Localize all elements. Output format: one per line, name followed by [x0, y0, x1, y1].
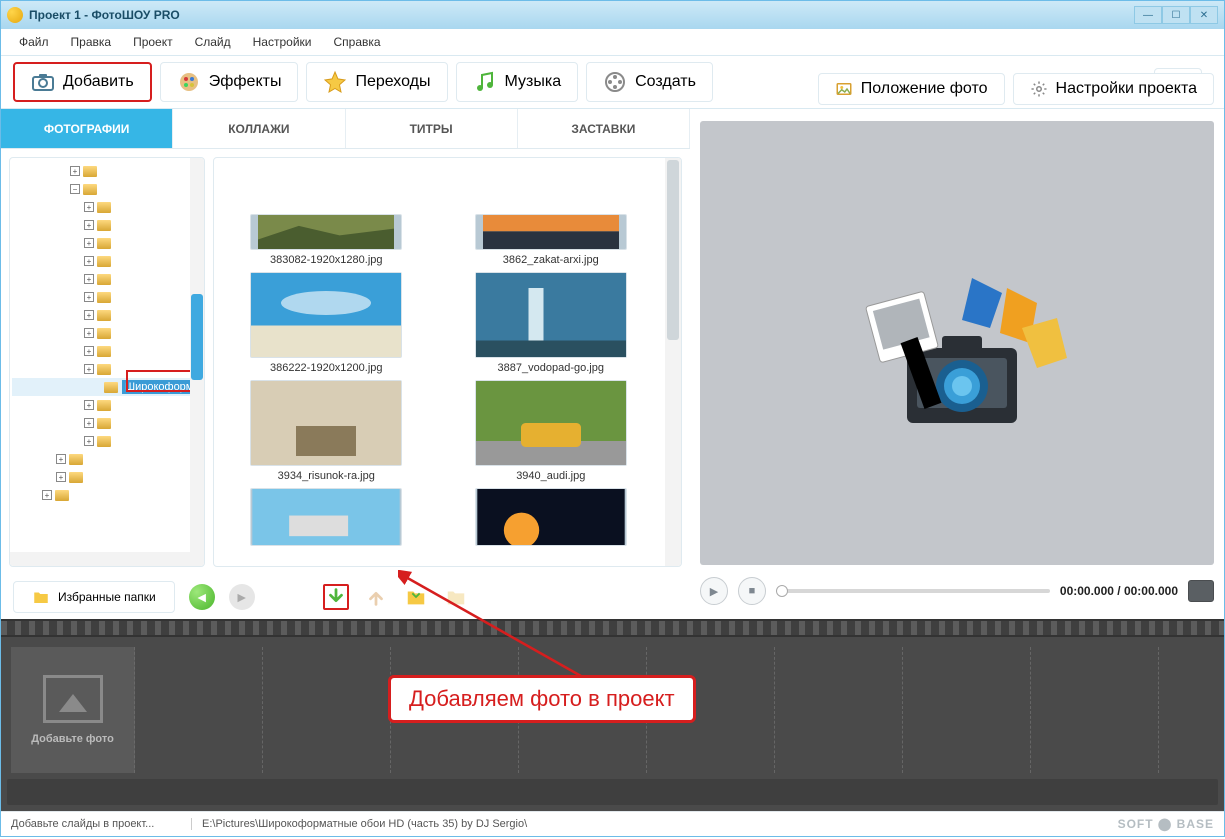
- project-settings-button[interactable]: Настройки проекта: [1013, 73, 1214, 105]
- menu-help[interactable]: Справка: [323, 31, 390, 53]
- maximize-button[interactable]: ☐: [1162, 6, 1190, 24]
- statusbar: Добавьте слайды в проект... E:\Pictures\…: [1, 811, 1224, 836]
- minimize-button[interactable]: —: [1134, 6, 1162, 24]
- add-slide-placeholder[interactable]: Добавьте фото: [11, 647, 135, 773]
- star-icon: [323, 70, 347, 94]
- selected-folder[interactable]: Широкоформ: [12, 378, 202, 396]
- effects-button[interactable]: Эффекты: [160, 62, 299, 103]
- play-button[interactable]: ▶: [700, 577, 728, 605]
- photo-position-button[interactable]: Положение фото: [818, 73, 1005, 105]
- watermark: SOFT ⬤ BASE: [1118, 817, 1214, 831]
- nav-forward-button[interactable]: ►: [229, 584, 255, 610]
- stop-button[interactable]: ■: [738, 577, 766, 605]
- empty-slot[interactable]: [779, 647, 903, 773]
- menubar: Файл Правка Проект Слайд Настройки Справ…: [1, 29, 1224, 55]
- image-icon: [835, 80, 853, 98]
- source-tabs: ФОТОГРАФИИ КОЛЛАЖИ ТИТРЫ ЗАСТАВКИ: [1, 109, 690, 149]
- thumbnail-item[interactable]: 3940_audi.jpg: [445, 380, 658, 482]
- music-button[interactable]: Музыка: [456, 62, 579, 103]
- menu-edit[interactable]: Правка: [61, 31, 122, 53]
- menu-file[interactable]: Файл: [9, 31, 59, 53]
- create-button[interactable]: Создать: [586, 62, 713, 103]
- tree-vscroll[interactable]: [190, 158, 204, 566]
- gear-icon: [1030, 80, 1048, 98]
- add-to-project-button[interactable]: [323, 584, 349, 610]
- add-button[interactable]: Добавить: [13, 62, 152, 103]
- status-path: E:\Pictures\Широкоформатные обои HD (час…: [191, 818, 527, 830]
- transitions-button-label: Переходы: [355, 73, 430, 91]
- empty-slot[interactable]: [267, 647, 391, 773]
- preview-area: [700, 121, 1214, 565]
- grid-vscroll[interactable]: [665, 158, 681, 566]
- app-icon: [7, 7, 23, 23]
- tree-hscroll[interactable]: [10, 552, 190, 566]
- effects-button-label: Эффекты: [209, 73, 282, 91]
- music-icon: [473, 70, 497, 94]
- reel-icon: [603, 70, 627, 94]
- add-folder-button[interactable]: [403, 584, 429, 610]
- close-button[interactable]: ✕: [1190, 6, 1218, 24]
- palette-icon: [177, 70, 201, 94]
- star-folder-icon: [32, 588, 50, 606]
- status-hint: Добавьте слайды в проект...: [11, 818, 191, 830]
- nav-back-button[interactable]: ◄: [189, 584, 215, 610]
- create-button-label: Создать: [635, 73, 696, 91]
- menu-project[interactable]: Проект: [123, 31, 183, 53]
- picture-icon: [43, 675, 103, 723]
- empty-slot[interactable]: [1035, 647, 1159, 773]
- add-button-label: Добавить: [63, 73, 134, 91]
- camera-icon: [31, 70, 55, 94]
- thumbnail-item[interactable]: 386222-1920x1200.jpg: [220, 272, 433, 374]
- thumbnail-item[interactable]: [220, 488, 433, 546]
- thumbnail-item[interactable]: 3934_risunok-ra.jpg: [220, 380, 433, 482]
- window-title: Проект 1 - ФотоШОУ PRO: [29, 8, 180, 22]
- tab-photos[interactable]: ФОТОГРАФИИ: [1, 109, 173, 148]
- thumbnail-item[interactable]: 3862_zakat-arxi.jpg: [445, 164, 658, 266]
- seek-knob[interactable]: [776, 585, 788, 597]
- folder-tree[interactable]: + − + + + + + + + + + + Широкофо: [9, 157, 205, 567]
- empty-slot[interactable]: [139, 647, 263, 773]
- tab-titles[interactable]: ТИТРЫ: [346, 109, 518, 148]
- player-controls: ▶ ■ 00:00.000 / 00:00.000: [700, 573, 1214, 609]
- thumbnail-item[interactable]: 3887_vodopad-go.jpg: [445, 272, 658, 374]
- menu-settings[interactable]: Настройки: [243, 31, 322, 53]
- annotation-callout: Добавляем фото в проект: [388, 675, 696, 723]
- browser-toolbar: Избранные папки ◄ ►: [1, 575, 690, 619]
- remove-folder-button[interactable]: [443, 584, 469, 610]
- menu-slide[interactable]: Слайд: [185, 31, 241, 53]
- favorites-button[interactable]: Избранные папки: [13, 581, 175, 613]
- tab-intros[interactable]: ЗАСТАВКИ: [518, 109, 690, 148]
- tab-collages[interactable]: КОЛЛАЖИ: [173, 109, 345, 148]
- time-display: 00:00.000 / 00:00.000: [1060, 584, 1178, 598]
- transitions-track[interactable]: [7, 779, 1218, 805]
- seek-bar[interactable]: [776, 589, 1050, 593]
- music-button-label: Музыка: [505, 73, 562, 91]
- app-logo: [822, 238, 1092, 448]
- titlebar[interactable]: Проект 1 - ФотоШОУ PRO — ☐ ✕: [1, 1, 1224, 29]
- thumbnail-grid[interactable]: 383082-1920x1280.jpg 3862_zakat-arxi.jpg…: [213, 157, 682, 567]
- thumbnail-item[interactable]: [445, 488, 658, 546]
- empty-slot[interactable]: [907, 647, 1031, 773]
- thumbnail-item[interactable]: 383082-1920x1280.jpg: [220, 164, 433, 266]
- filmstrip-decor: [1, 619, 1224, 637]
- transitions-button[interactable]: Переходы: [306, 62, 447, 103]
- remove-from-project-button[interactable]: [363, 584, 389, 610]
- fullscreen-button[interactable]: [1188, 580, 1214, 602]
